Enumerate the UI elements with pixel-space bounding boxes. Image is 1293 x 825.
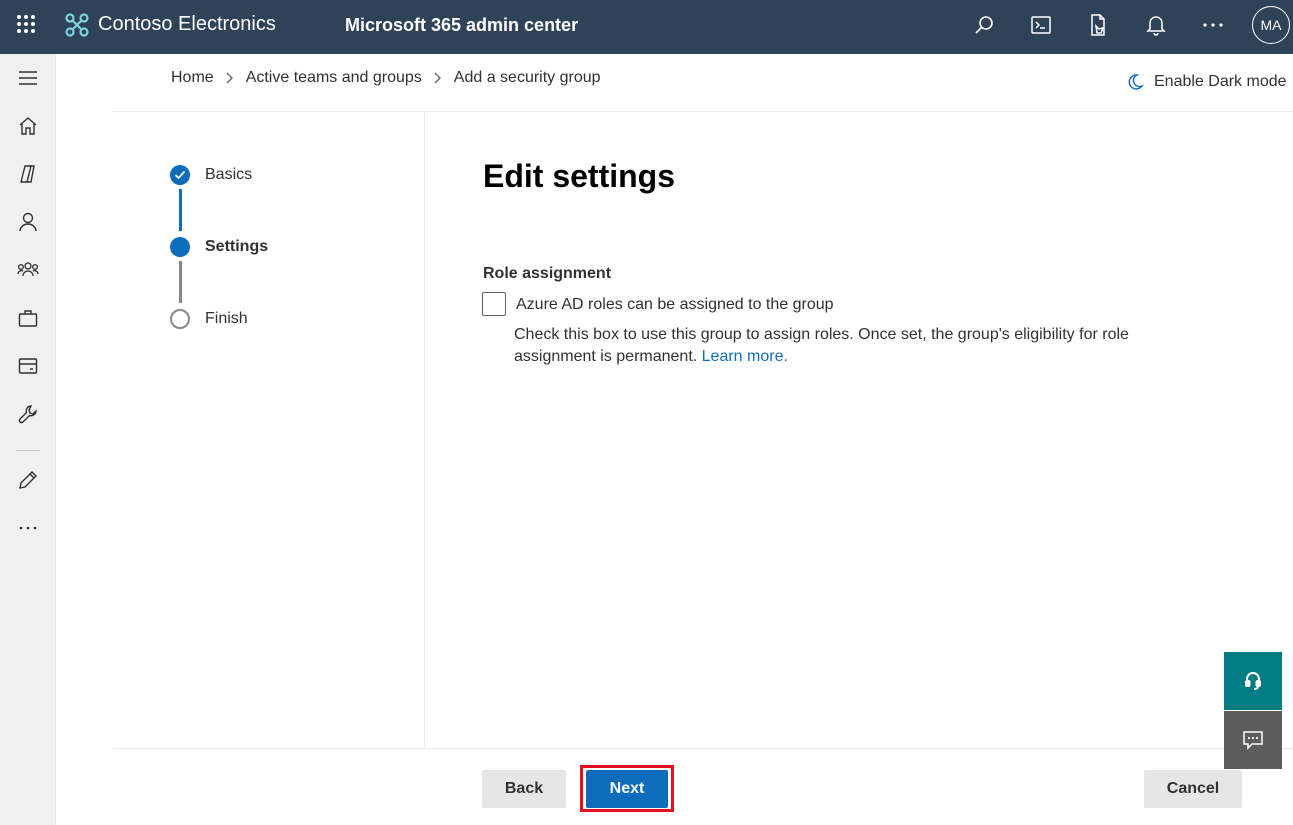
billing-icon[interactable]	[14, 352, 42, 380]
step-settings: Settings	[170, 237, 268, 257]
app-launcher-icon[interactable]	[14, 12, 38, 36]
chevron-right-icon	[226, 72, 234, 84]
divider	[113, 748, 1293, 749]
cancel-button[interactable]: Cancel	[1144, 770, 1242, 808]
step-connector	[179, 189, 182, 231]
brand-name[interactable]: Contoso Electronics	[98, 13, 276, 36]
chevron-right-icon	[434, 72, 442, 84]
wrench-icon[interactable]	[14, 400, 42, 428]
top-bar: Contoso Electronics Microsoft 365 admin …	[0, 0, 1293, 54]
checkmark-icon	[170, 165, 190, 185]
briefcase-icon[interactable]	[14, 304, 42, 332]
left-nav	[0, 54, 56, 825]
headset-icon	[1245, 672, 1261, 690]
role-assignment-label: Role assignment	[483, 265, 612, 282]
step-finish: Finish	[170, 309, 248, 329]
feedback-button[interactable]	[1224, 711, 1282, 769]
terminal-icon[interactable]	[1029, 13, 1053, 37]
divider	[424, 111, 425, 749]
more-icon[interactable]	[14, 514, 42, 542]
breadcrumb-current: Add a security group	[453, 69, 601, 86]
back-button[interactable]: Back	[482, 770, 566, 808]
dark-mode-label: Enable Dark mode	[1154, 73, 1287, 90]
groups-icon[interactable]	[14, 256, 42, 284]
divider	[113, 111, 1293, 112]
hamburger-icon[interactable]	[14, 64, 42, 92]
role-assignment-checkbox-label[interactable]: Azure AD roles can be assigned to the gr…	[516, 296, 834, 314]
copilot-icon[interactable]	[14, 160, 42, 188]
step-connector	[179, 261, 182, 303]
more-icon[interactable]	[1201, 13, 1225, 37]
search-icon[interactable]	[972, 13, 996, 37]
moon-icon	[1128, 74, 1144, 90]
step-label: Finish	[205, 310, 248, 327]
chat-icon	[1243, 731, 1263, 750]
step-label: Settings	[205, 238, 269, 255]
mobile-app-icon[interactable]	[1086, 13, 1110, 37]
brand-logo-icon	[64, 12, 90, 38]
pencil-icon[interactable]	[14, 466, 42, 494]
page-title: Edit settings	[483, 158, 676, 194]
next-button[interactable]: Next	[586, 770, 668, 808]
help-button[interactable]	[1224, 652, 1282, 710]
bell-icon[interactable]	[1144, 13, 1168, 37]
breadcrumb: Home Active teams and groups Add a secur…	[171, 69, 601, 87]
user-icon[interactable]	[14, 208, 42, 236]
role-assignment-checkbox[interactable]	[482, 292, 506, 316]
learn-more-link[interactable]: Learn more.	[702, 348, 788, 365]
help-text: Check this box to use this group to assi…	[514, 326, 1129, 365]
avatar[interactable]: MA	[1252, 6, 1290, 44]
home-icon[interactable]	[14, 112, 42, 140]
breadcrumb-home[interactable]: Home	[171, 69, 214, 87]
current-step-icon	[170, 237, 190, 257]
app-title[interactable]: Microsoft 365 admin center	[345, 15, 578, 36]
breadcrumb-active-teams[interactable]: Active teams and groups	[246, 69, 422, 87]
step-label: Basics	[205, 166, 253, 183]
nav-separator	[16, 450, 40, 451]
pending-step-icon	[170, 309, 190, 329]
step-basics: Basics	[170, 165, 252, 185]
role-assignment-help-text: Check this box to use this group to assi…	[514, 324, 1194, 368]
dark-mode-toggle[interactable]: Enable Dark mode	[1126, 73, 1287, 91]
